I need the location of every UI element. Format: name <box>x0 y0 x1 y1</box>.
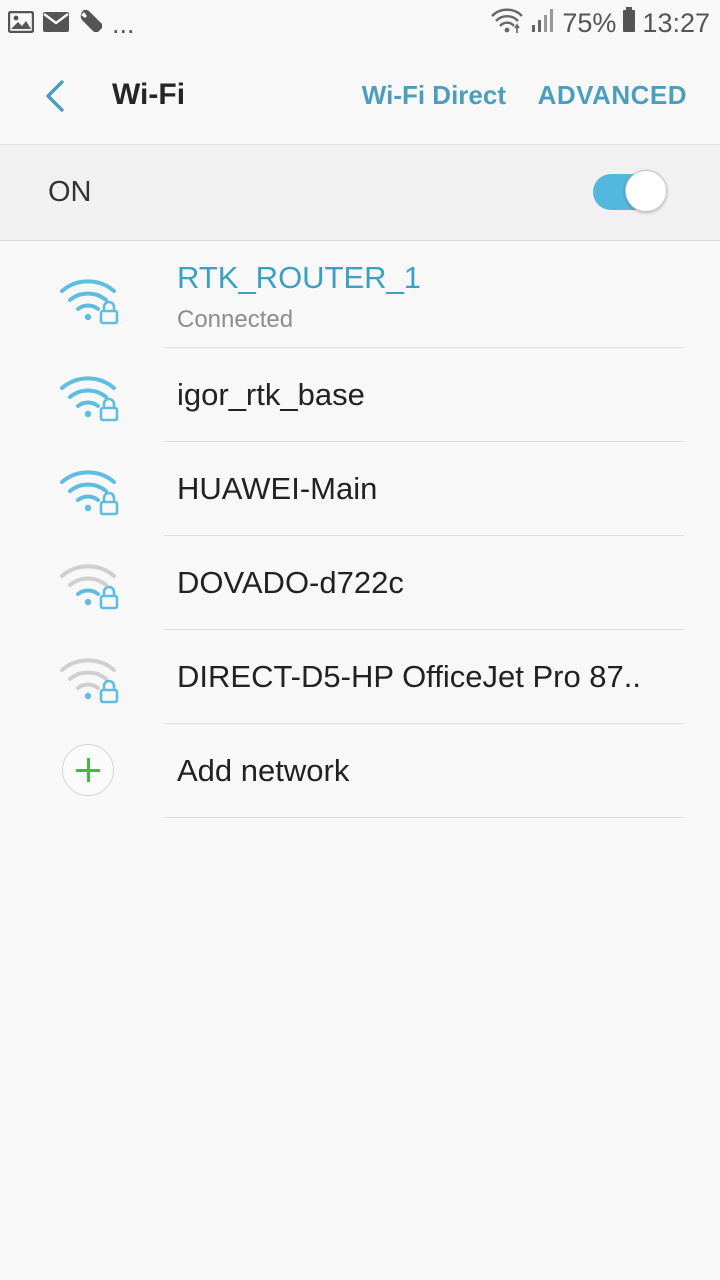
app-bar: Wi-Fi Wi-Fi Direct ADVANCED <box>0 48 720 145</box>
page-title: Wi-Fi <box>112 78 186 111</box>
cellular-signal-icon <box>530 7 556 40</box>
network-item[interactable]: HUAWEI-Main <box>0 442 720 536</box>
wifi-toggle-label: ON <box>48 176 92 208</box>
battery-percent: 75% <box>562 8 617 38</box>
clock: 13:27 <box>642 8 710 38</box>
wifi-secured-icon <box>58 271 120 327</box>
network-status: Connected <box>177 306 294 333</box>
wifi-weak-secured-icon <box>58 650 120 706</box>
wifi-toggle-row[interactable]: ON <box>0 145 720 241</box>
network-list: RTK_ROUTER_1 Connected igor_rtk_base HUA… <box>0 241 720 818</box>
network-name: HUAWEI-Main <box>177 471 378 506</box>
network-name: DIRECT-D5-HP OfficeJet Pro 87.. <box>177 659 642 694</box>
image-icon <box>7 9 35 40</box>
add-network-item[interactable]: Add network <box>0 724 720 818</box>
status-bar: ... 75% 13:27 <box>0 0 720 48</box>
network-item[interactable]: igor_rtk_base <box>0 348 720 442</box>
advanced-button[interactable]: ADVANCED <box>538 80 687 111</box>
network-name: RTK_ROUTER_1 <box>177 260 422 295</box>
network-item[interactable]: RTK_ROUTER_1 Connected <box>0 241 720 348</box>
switch-knob <box>625 170 667 212</box>
wifi-secured-icon <box>58 462 120 518</box>
plus-icon <box>62 744 114 796</box>
wifi-status-icon <box>490 6 524 41</box>
add-network-label: Add network <box>177 753 350 788</box>
mail-icon <box>42 9 70 40</box>
chevron-left-icon <box>46 80 64 112</box>
wifi-direct-button[interactable]: Wi-Fi Direct <box>362 80 506 111</box>
network-item[interactable]: DIRECT-D5-HP OfficeJet Pro 87.. <box>0 630 720 724</box>
wifi-weak-secured-icon <box>58 556 120 612</box>
network-name: DOVADO-d722c <box>177 565 404 600</box>
battery-icon <box>622 7 636 40</box>
network-name: igor_rtk_base <box>177 377 365 412</box>
wifi-toggle-switch[interactable] <box>593 170 669 214</box>
divider <box>164 817 684 818</box>
back-button[interactable] <box>36 76 76 116</box>
notification-overflow: ... <box>112 9 135 39</box>
wifi-secured-icon <box>58 368 120 424</box>
wifi-settings-screen: ... 75% 13:27 Wi-Fi Wi-Fi Direct ADVANCE… <box>0 0 720 1280</box>
wrench-icon <box>78 8 104 41</box>
network-item[interactable]: DOVADO-d722c <box>0 536 720 630</box>
